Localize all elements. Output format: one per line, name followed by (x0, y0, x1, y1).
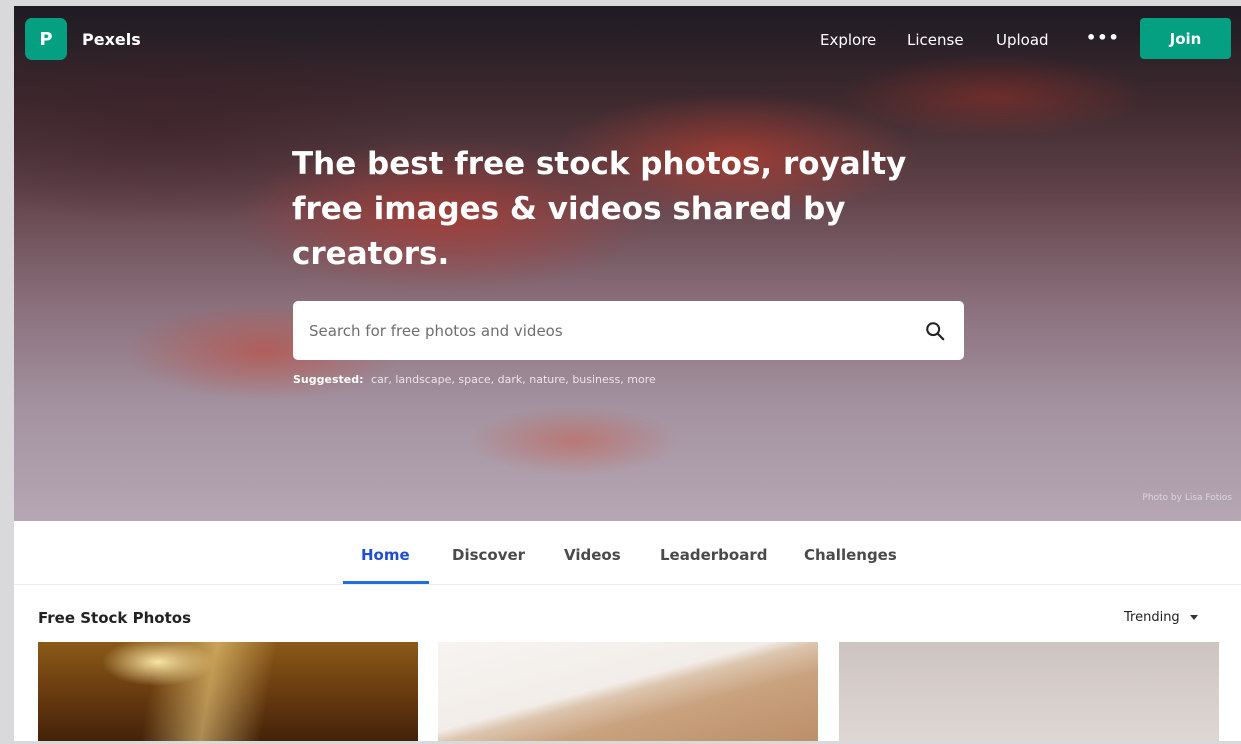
brand-name[interactable]: Pexels (82, 30, 141, 49)
suggestion-dark[interactable]: dark, (498, 373, 526, 386)
top-navbar: P Pexels Explore License Upload ••• Join (14, 6, 1241, 72)
main-tabs: Home Discover Videos Leaderboard Challen… (14, 521, 1241, 585)
tab-leaderboard[interactable]: Leaderboard (660, 546, 767, 564)
section-title: Free Stock Photos (38, 609, 192, 627)
suggestion-nature[interactable]: nature, (529, 373, 569, 386)
suggested-searches: Suggested: car, landscape, space, dark, … (293, 373, 656, 386)
sort-label: Trending (1124, 610, 1180, 625)
tab-home[interactable]: Home (361, 546, 410, 564)
suggestion-business[interactable]: business, (572, 373, 623, 386)
search-input[interactable] (309, 301, 909, 360)
suggested-label: Suggested: (293, 373, 364, 386)
nav-link-upload[interactable]: Upload (996, 31, 1049, 49)
suggestion-car[interactable]: car, (371, 373, 392, 386)
hero-banner: P Pexels Explore License Upload ••• Join… (14, 6, 1241, 521)
suggestion-space[interactable]: space, (458, 373, 494, 386)
search-icon[interactable] (924, 320, 946, 342)
nav-link-license[interactable]: License (907, 31, 964, 49)
join-button[interactable]: Join (1140, 18, 1231, 59)
hero-headline: The best free stock photos, royalty free… (292, 146, 907, 272)
more-menu-icon[interactable]: ••• (1086, 28, 1120, 47)
photo-thumbnail-3[interactable] (839, 642, 1219, 741)
sort-dropdown[interactable]: Trending (1124, 610, 1198, 625)
photo-credit[interactable]: Photo by Lisa Fotios (1142, 493, 1232, 503)
search-bar (293, 301, 964, 360)
tab-challenges[interactable]: Challenges (804, 546, 897, 564)
photo-thumbnail-2[interactable] (438, 642, 818, 741)
photo-thumbnail-1[interactable] (38, 642, 418, 741)
pexels-logo-icon[interactable]: P (25, 18, 67, 60)
suggestion-landscape[interactable]: landscape, (395, 373, 455, 386)
tab-discover[interactable]: Discover (452, 546, 525, 564)
active-tab-indicator (343, 581, 429, 584)
chevron-down-icon (1189, 615, 1198, 620)
nav-link-explore[interactable]: Explore (820, 31, 876, 49)
browser-viewport: P Pexels Explore License Upload ••• Join… (14, 6, 1241, 741)
suggestion-more[interactable]: more (627, 373, 656, 386)
tab-videos[interactable]: Videos (564, 546, 621, 564)
